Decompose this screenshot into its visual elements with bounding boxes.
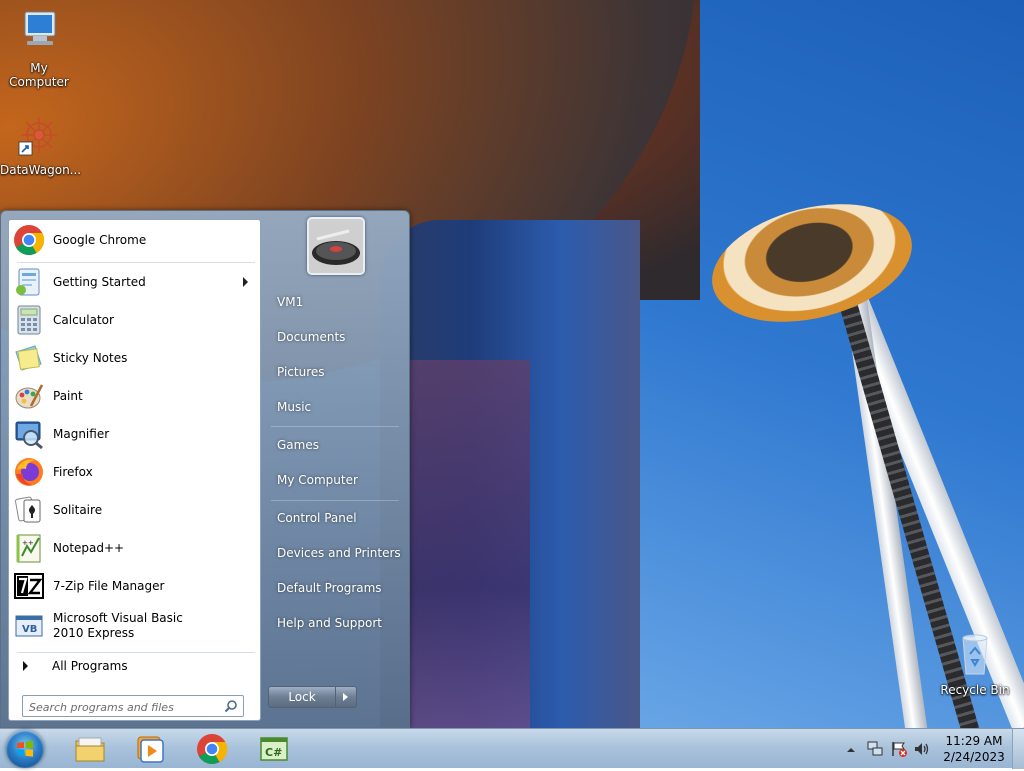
svg-text:C#: C# (265, 746, 282, 759)
desktop-icon-datawagon[interactable]: DataWagon... (0, 112, 82, 177)
submenu-arrow-icon (243, 277, 248, 287)
start-button[interactable] (6, 730, 44, 768)
all-programs-button[interactable]: All Programs (13, 654, 258, 678)
start-menu-places-pane: VM1 Documents Pictures Music Games My Co… (263, 211, 409, 727)
search-input[interactable] (27, 698, 221, 716)
chrome-icon (196, 733, 228, 765)
divider (271, 500, 399, 501)
program-label: Microsoft Visual Basic 2010 Express (53, 611, 183, 640)
folder-icon (74, 733, 106, 765)
search-icon[interactable] (224, 699, 238, 716)
recycle-bin-icon (936, 632, 1014, 681)
start-link-pictures[interactable]: Pictures (269, 358, 401, 386)
clock-time: 11:29 AM (945, 734, 1003, 748)
desktop-icon-label: Recycle Bin (940, 683, 1010, 697)
start-link-default-programs[interactable]: Default Programs (269, 574, 401, 602)
desktop-icon-label: My Computer (9, 61, 69, 89)
arrow-right-icon (343, 693, 348, 701)
taskbar-google-chrome[interactable] (184, 731, 240, 767)
firefox-icon (13, 456, 45, 488)
user-picture-avatar[interactable] (307, 217, 365, 275)
svg-text:VB: VB (22, 624, 37, 635)
desktop-icon-my-computer[interactable]: My Computer (0, 8, 78, 89)
shutdown-options-button[interactable] (336, 686, 357, 708)
media-player-icon (134, 733, 166, 765)
calculator-icon (13, 304, 45, 336)
program-item-solitaire[interactable]: Solitaire (13, 492, 258, 528)
start-link-control-panel[interactable]: Control Panel (269, 504, 401, 532)
program-label: Sticky Notes (53, 350, 128, 365)
network-icon[interactable] (866, 740, 884, 761)
start-link-games[interactable]: Games (269, 431, 401, 459)
start-link-music[interactable]: Music (269, 393, 401, 421)
program-item-sticky-notes[interactable]: Sticky Notes (13, 340, 258, 376)
visual-basic-icon: VB (13, 610, 45, 642)
volume-icon[interactable] (913, 740, 931, 761)
paint-icon (13, 380, 45, 412)
start-link-user-folder[interactable]: VM1 (269, 288, 401, 316)
desktop-icon-recycle-bin[interactable]: Recycle Bin (936, 632, 1014, 697)
program-label: Firefox (53, 464, 93, 479)
wallpaper-tower-top (699, 184, 925, 342)
expand-arrow-icon (23, 661, 28, 671)
program-label: Getting Started (53, 274, 146, 289)
getting-started-icon (13, 266, 45, 298)
divider (271, 426, 399, 427)
datawagon-icon (0, 112, 78, 161)
start-link-devices-and-printers[interactable]: Devices and Printers (269, 539, 401, 567)
sticky-notes-icon (13, 342, 45, 374)
program-item-paint[interactable]: Paint (13, 378, 258, 414)
lock-button[interactable]: Lock (268, 686, 336, 708)
program-label: Solitaire (53, 502, 103, 517)
solitaire-icon (13, 494, 45, 526)
start-link-documents[interactable]: Documents (269, 323, 401, 351)
program-item-magnifier[interactable]: Magnifier (13, 416, 258, 452)
start-search-box[interactable] (22, 695, 244, 717)
csharp-icon: C# (258, 733, 290, 765)
taskbar-clock[interactable]: 11:29 AM 2/24/2023 (940, 733, 1008, 765)
svg-text:++: ++ (22, 539, 34, 547)
program-label: Calculator (53, 312, 114, 327)
program-item-7zip[interactable]: 7-Zip File Manager (13, 568, 258, 604)
program-item-visual-basic-2010-express[interactable]: VB Microsoft Visual Basic 2010 Express (13, 608, 258, 644)
start-menu-programs-pane: Google Chrome Getting Started Calculator… (8, 219, 261, 721)
taskbar: C# 11:29 AM 2/24/2023 (0, 728, 1024, 769)
program-item-google-chrome[interactable]: Google Chrome (13, 222, 258, 258)
program-item-notepad-plus-plus[interactable]: ++ Notepad++ (13, 530, 258, 566)
program-item-firefox[interactable]: Firefox (13, 454, 258, 490)
clock-date: 2/24/2023 (943, 750, 1005, 764)
start-link-my-computer[interactable]: My Computer (269, 466, 401, 494)
divider (17, 262, 255, 263)
all-programs-label: All Programs (52, 659, 128, 673)
magnifier-icon (13, 418, 45, 450)
show-hidden-icons-icon[interactable] (846, 744, 856, 758)
action-center-icon[interactable] (890, 740, 908, 761)
program-item-getting-started[interactable]: Getting Started (13, 264, 258, 300)
program-label: Paint (53, 388, 83, 403)
taskbar-media-player[interactable] (122, 731, 178, 767)
taskbar-visual-csharp[interactable]: C# (246, 731, 302, 767)
computer-icon (0, 8, 78, 59)
program-label: Google Chrome (53, 232, 147, 247)
taskbar-windows-explorer[interactable] (62, 731, 118, 767)
chrome-icon (13, 224, 45, 256)
desktop-icon-label: DataWagon... (0, 163, 82, 177)
program-label: Notepad++ (53, 540, 125, 555)
7zip-icon (13, 570, 45, 602)
start-link-help-and-support[interactable]: Help and Support (269, 609, 401, 637)
divider (17, 652, 255, 653)
wallpaper-reflection (410, 360, 530, 728)
program-label: Magnifier (53, 426, 110, 441)
notepad-plus-plus-icon: ++ (13, 532, 45, 564)
windows-logo-icon (17, 740, 33, 757)
program-item-calculator[interactable]: Calculator (13, 302, 258, 338)
show-desktop-button[interactable] (1012, 729, 1024, 769)
start-menu: Google Chrome Getting Started Calculator… (0, 210, 410, 728)
program-label: 7-Zip File Manager (53, 578, 165, 593)
